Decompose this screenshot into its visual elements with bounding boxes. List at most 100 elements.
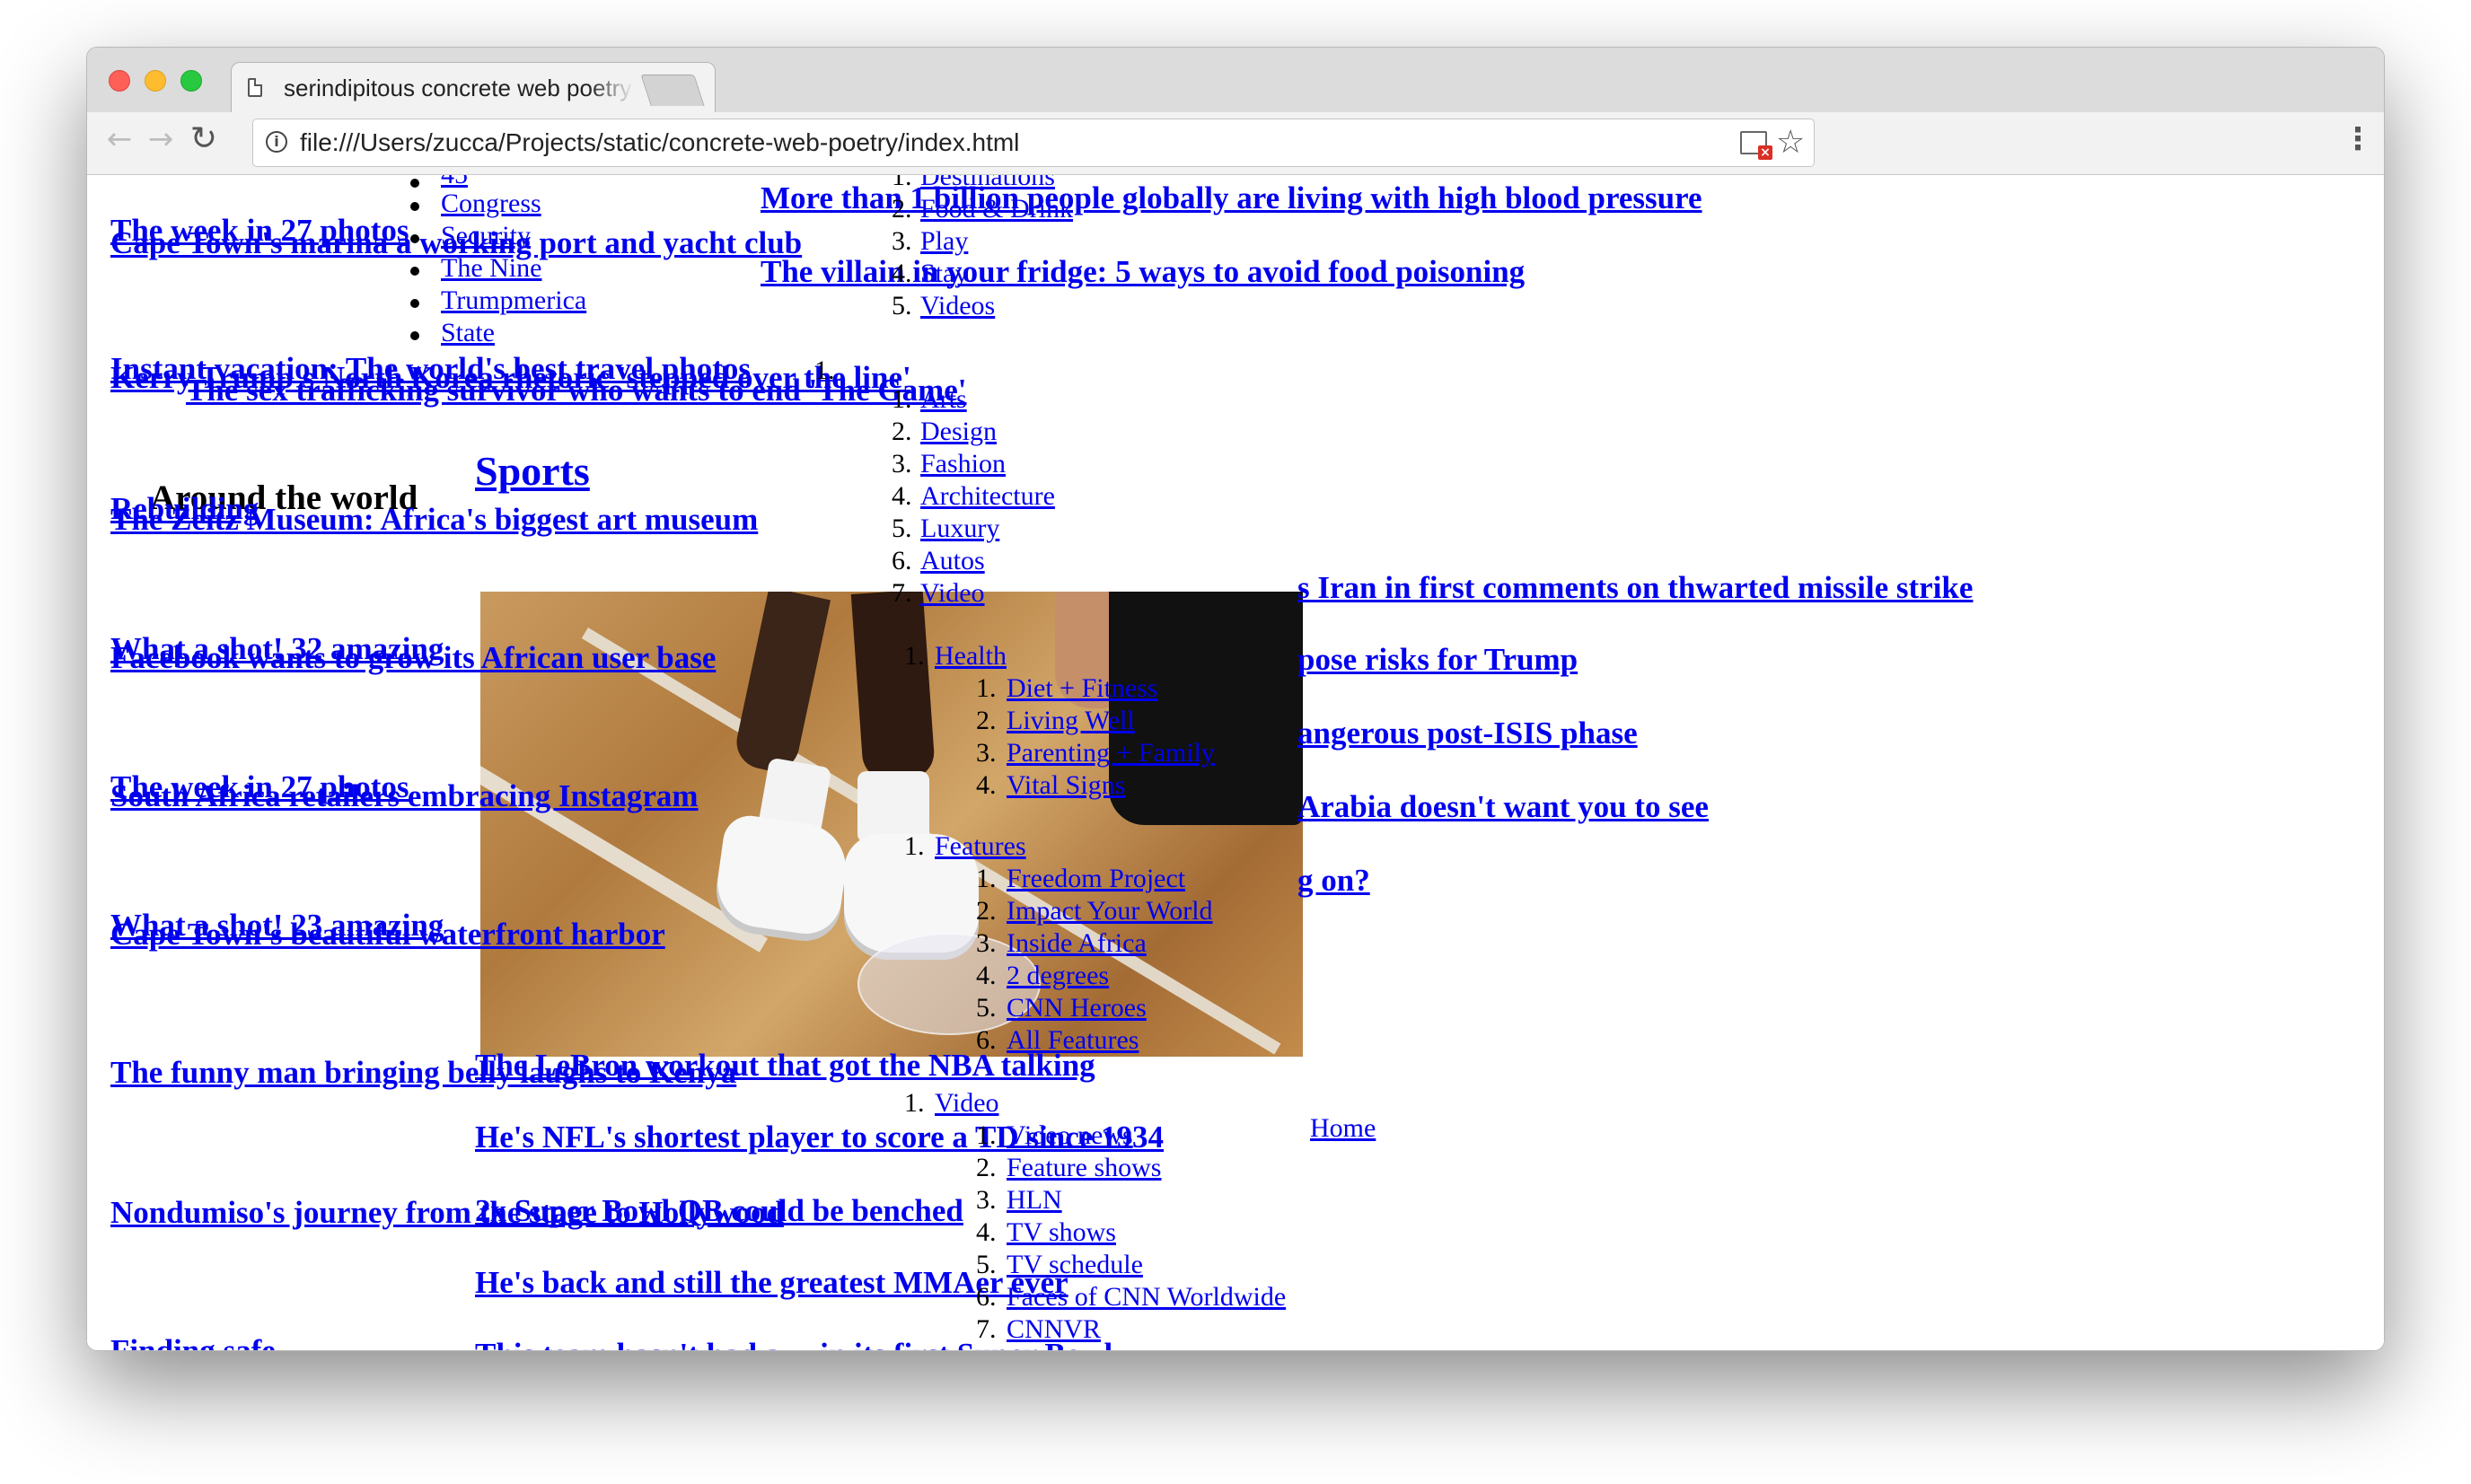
headline-link[interactable]: The villain in your fridge: 5 ways to av… [761,254,1525,290]
list-number: 2. [976,706,997,735]
politics-link-state[interactable]: State [441,317,495,349]
headline-link[interactable]: The Zeitz Museum: Africa's biggest art m… [110,502,758,538]
minimize-window-button[interactable] [145,70,166,92]
bullet [410,202,419,211]
list-number: 4. [976,770,997,800]
tab-title: serindipitous concrete web poetry [284,75,634,102]
features-sublink[interactable]: All Features [1007,1024,1139,1057]
video-sublink[interactable]: CNNVR [1007,1313,1101,1346]
travel-link[interactable]: Stay [920,258,968,290]
features-sublink[interactable]: 2 degrees [1007,960,1109,992]
info-icon[interactable]: i [266,131,287,153]
list-number: 4. [892,259,912,288]
list-number: 3. [892,449,912,479]
features-sublink[interactable]: CNN Heroes [1007,992,1147,1024]
list-number: 6. [892,546,912,575]
list-number: 3. [976,928,997,958]
player-leg [850,592,937,783]
travel-link[interactable]: Destinations [920,175,1055,193]
headline-link[interactable]: s Iran in first comments on thwarted mis… [1297,570,1973,606]
style-link[interactable]: Architecture [920,480,1055,513]
headline-link[interactable]: The sex trafficking survivor who wants t… [186,373,967,408]
video-sublink[interactable]: Faces of CNN Worldwide [1007,1281,1286,1313]
video-sublink[interactable]: TV schedule [1007,1249,1143,1281]
headline-link[interactable]: angerous post-ISIS phase [1297,716,1638,751]
features-sublink[interactable]: Inside Africa [1007,927,1147,960]
list-number: 4. [976,961,997,990]
back-arrow-icon[interactable]: ← [101,121,137,157]
close-window-button[interactable] [109,70,130,92]
list-number: 6. [976,1025,997,1055]
url-text[interactable]: file:///Users/zucca/Projects/static/conc… [300,128,1019,157]
new-tab-button[interactable] [640,75,705,106]
travel-link[interactable]: Food & Drink [920,193,1073,225]
video-sublink[interactable]: HLN [1007,1184,1062,1216]
browser-toolbar: ← → ↻ i file:///Users/zucca/Projects/sta… [87,112,2384,175]
sports-headline[interactable]: The LeBron workout that got the NBA talk… [475,1048,1095,1084]
style-link[interactable]: Autos [920,545,985,577]
headline-link[interactable]: Finding safe [110,1333,276,1350]
list-number: 3. [976,738,997,768]
politics-link-congress[interactable]: Congress [441,188,541,220]
style-link[interactable]: Design [920,416,997,448]
list-number: 2. [892,417,912,446]
headline-link[interactable]: Facebook wants to grow its African user … [110,640,716,676]
style-link[interactable]: Video [920,577,985,610]
health-sublink[interactable]: Living Well [1007,705,1135,737]
headline-link[interactable]: pose risks for Trump [1297,642,1578,678]
video-sublink[interactable]: Feature shows [1007,1152,1161,1184]
home-link[interactable]: Home [1310,1112,1376,1145]
features-sublink[interactable]: Impact Your World [1007,895,1213,927]
list-number: 1. [976,1120,997,1150]
list-number: 3. [892,226,912,256]
style-link-arts[interactable]: Arts [920,383,967,416]
list-number: 5. [976,993,997,1023]
headline-link[interactable]: g on? [1297,863,1370,899]
video-sublink[interactable]: Video news [1007,1120,1133,1152]
browser-window: serindipitous concrete web poetry × ← → … [86,47,2385,1351]
headline-link[interactable]: Cape Town's beautiful waterfront harbor [110,917,665,953]
reload-icon[interactable]: ↻ [186,121,222,157]
list-number: 5. [976,1250,997,1279]
list-number: 7. [892,578,912,608]
health-sublink[interactable]: Parenting + Family [1007,737,1215,769]
bullet [410,331,419,340]
politics-link-trumpmerica[interactable]: Trumpmerica [441,285,586,317]
headline-link[interactable]: South Africa retailers embracing Instagr… [110,778,699,814]
health-sublink[interactable]: Diet + Fitness [1007,672,1158,705]
list-number: 3. [976,1185,997,1215]
blocked-content-icon[interactable] [1740,131,1772,160]
features-sublink[interactable]: Freedom Project [1007,863,1185,895]
health-link[interactable]: Health [935,640,1007,672]
list-number: 1. [976,864,997,893]
list-number: 5. [892,514,912,543]
list-number: 1. [904,1088,925,1118]
travel-link[interactable]: Play [920,225,968,258]
bullet [410,179,419,188]
forward-arrow-icon[interactable]: → [143,121,179,157]
list-number: 6. [976,1282,997,1312]
browser-tab[interactable]: serindipitous concrete web poetry × [231,62,716,114]
headline-link[interactable]: Cape Town's marina a working port and ya… [110,225,802,261]
list-number: 5. [892,291,912,321]
health-sublink[interactable]: Vital Signs [1007,769,1125,802]
bullet [410,267,419,276]
travel-link[interactable]: Videos [920,290,995,322]
list-number: 1. [904,831,925,861]
features-link[interactable]: Features [935,830,1026,863]
style-link[interactable]: Luxury [920,513,999,545]
bookmark-star-icon[interactable]: ☆ [1776,123,1805,162]
maximize-window-button[interactable] [180,70,202,92]
style-link[interactable]: Fashion [920,448,1006,480]
sports-headline[interactable]: 2x Super Bowl QB could be benched [475,1193,963,1229]
list-number: 2. [976,896,997,926]
list-number: 2. [976,1153,997,1182]
video-sublink[interactable]: TV shows [1007,1216,1116,1249]
list-number: 1. [892,175,912,191]
video-link[interactable]: Video [935,1087,999,1120]
headline-link[interactable]: Arabia doesn't want you to see [1297,789,1709,825]
bullet [410,299,419,308]
menu-icon[interactable]: ⋮ [2343,121,2373,157]
address-bar[interactable]: i file:///Users/zucca/Projects/static/co… [252,119,1815,167]
sports-title[interactable]: Sports [475,451,590,492]
